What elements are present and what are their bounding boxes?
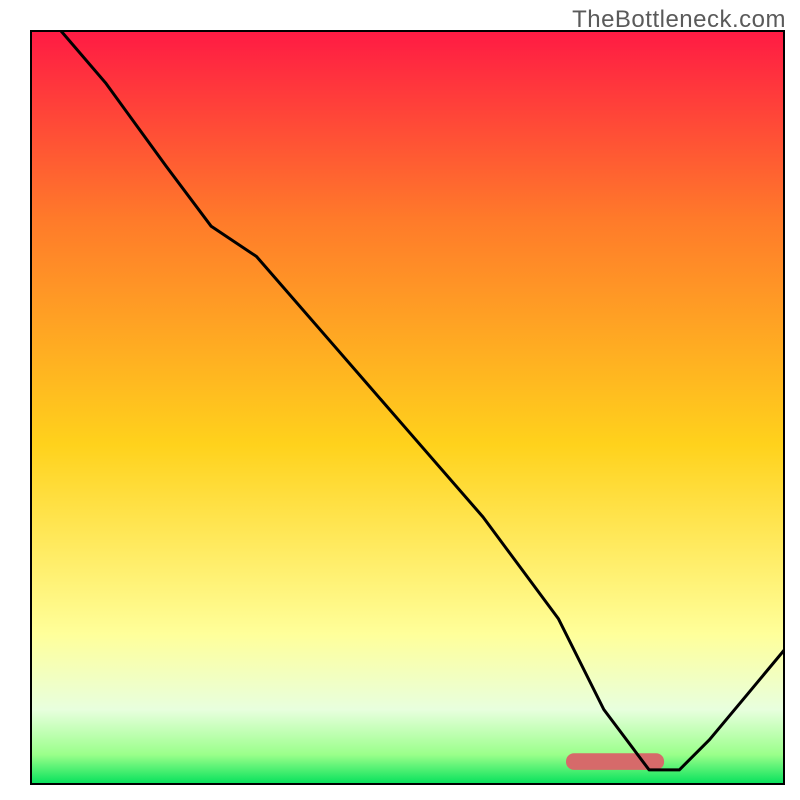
plot-svg — [30, 30, 785, 785]
bottleneck-chart: TheBottleneck.com — [0, 0, 800, 800]
plot-area — [30, 30, 785, 785]
heat-gradient-background — [30, 30, 785, 785]
highlight-bar — [566, 753, 664, 770]
watermark-text: TheBottleneck.com — [572, 6, 786, 34]
